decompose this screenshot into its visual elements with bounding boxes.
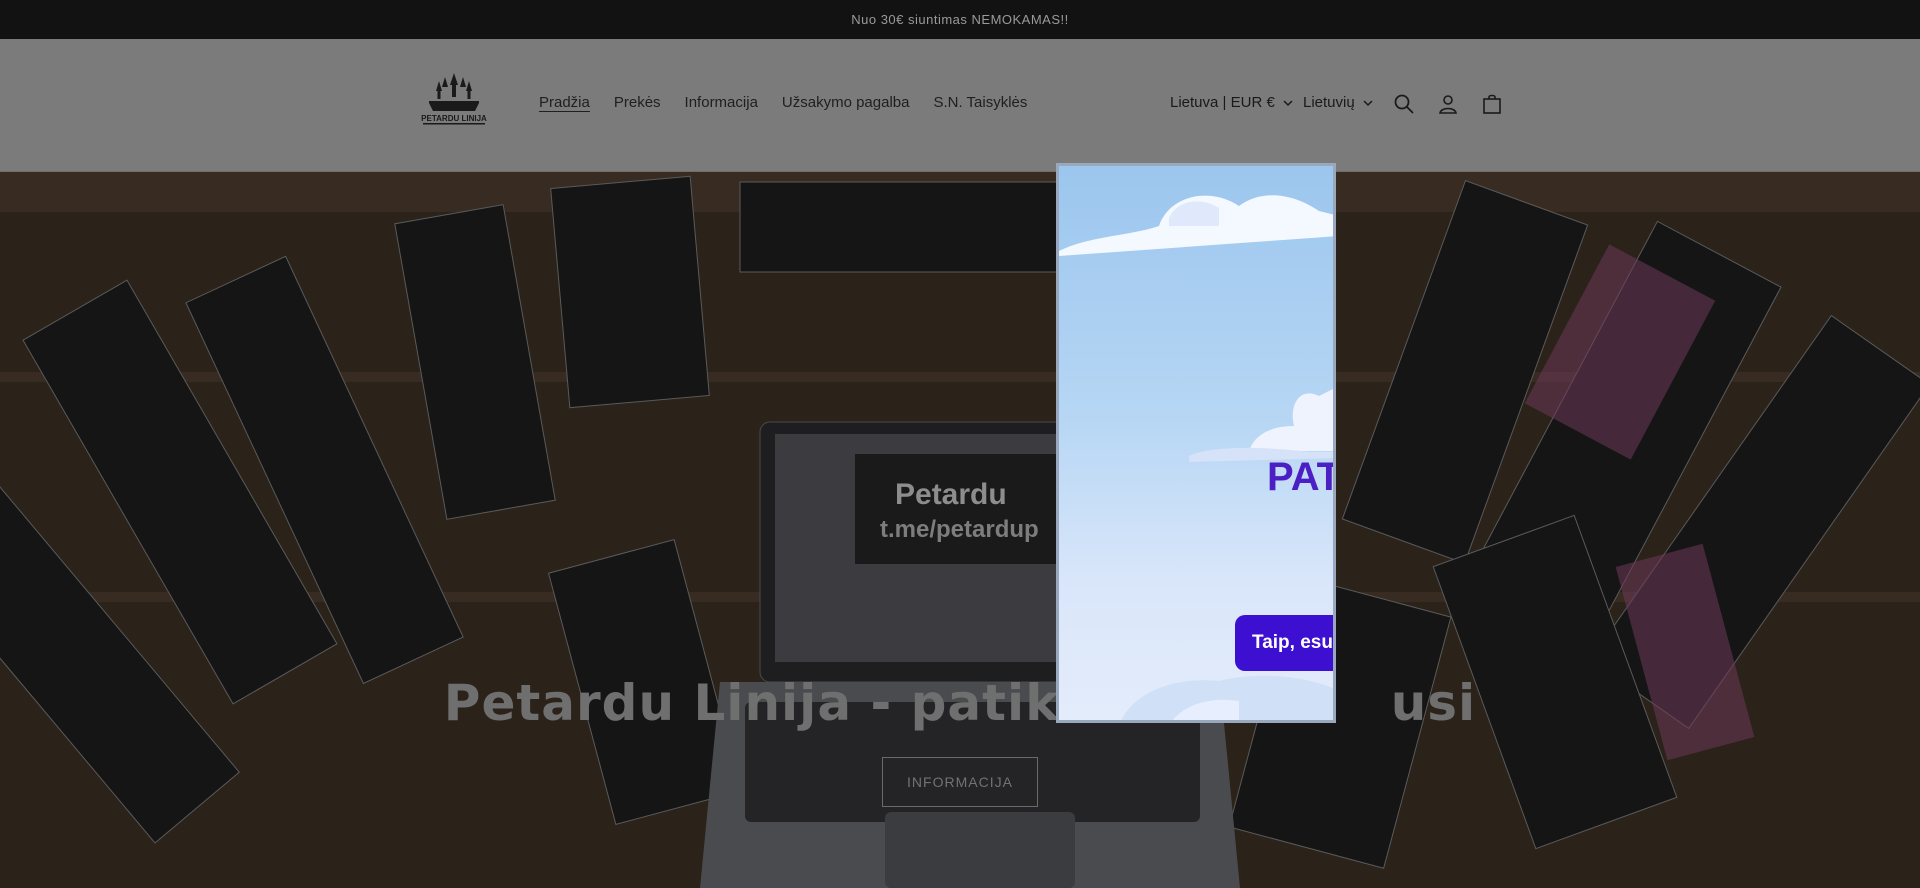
logo-text: PETARDU LINIJA (421, 114, 487, 123)
main-nav: Pradžia Prekės Informacija Užsakymo paga… (539, 94, 1051, 111)
language-selector[interactable]: Lietuvių (1303, 94, 1373, 111)
site-header: PETARDU LINIJA Pradžia Prekės Informacij… (0, 39, 1920, 172)
language-selector-label: Lietuvių (1303, 94, 1355, 111)
logo[interactable]: PETARDU LINIJA (417, 71, 491, 131)
nav-item-taisykles[interactable]: S.N. Taisyklės (933, 94, 1027, 111)
hero-title-tail: usi (1390, 674, 1477, 732)
chevron-down-icon (1363, 99, 1373, 106)
age-verification-modal: PAT Taip, esu (1056, 163, 1336, 723)
hero-title: Petardu Linija - patikim usi (0, 674, 1920, 732)
announcement-text: Nuo 30€ siuntimas NEMOKAMAS!! (851, 12, 1069, 27)
confirm-age-button[interactable]: Taip, esu (1235, 615, 1333, 671)
nav-item-pradzia[interactable]: Pradžia (539, 94, 590, 111)
svg-text:t.me/petardup: t.me/petardup (880, 516, 1039, 543)
announcement-bar: Nuo 30€ siuntimas NEMOKAMAS!! (0, 0, 1920, 39)
svg-text:Petardu: Petardu (895, 478, 1007, 511)
hero-banner: Petardu t.me/petardup Petardu Linija - p… (0, 172, 1920, 888)
nav-item-informacija[interactable]: Informacija (685, 94, 758, 111)
confirm-age-button-label: Taip, esu (1252, 632, 1333, 653)
modal-title: PAT (1267, 455, 1336, 499)
country-selector[interactable]: Lietuva | EUR € (1170, 94, 1293, 111)
hero-info-button-label: INFORMACIJA (907, 774, 1013, 790)
cart-icon[interactable] (1480, 92, 1504, 116)
hero-info-button[interactable]: INFORMACIJA (882, 757, 1038, 807)
nav-item-uzsakymo-pagalba[interactable]: Užsakymo pagalba (782, 94, 910, 111)
hero-title-text: Petardu Linija - patikim (443, 674, 1131, 732)
search-icon[interactable] (1392, 92, 1416, 116)
nav-item-prekes[interactable]: Prekės (614, 94, 661, 111)
chevron-down-icon (1283, 99, 1293, 106)
country-selector-label: Lietuva | EUR € (1170, 94, 1275, 111)
account-icon[interactable] (1436, 92, 1460, 116)
